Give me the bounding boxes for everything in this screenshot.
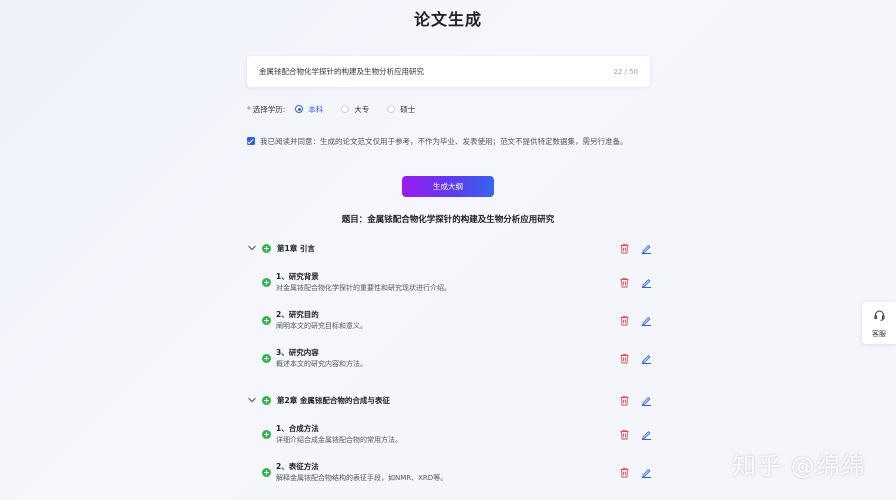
trash-icon[interactable] (618, 242, 630, 254)
section-desc: 阐明本文的研究目标和意义。 (276, 322, 367, 330)
section-row: 2、表征方法 解释金属铱配合物结构的表征手段，如NMR、XRD等。 (262, 461, 652, 487)
plus-circle-icon[interactable] (262, 468, 271, 477)
section-title: 2、研究目的 (276, 310, 319, 319)
trash-icon[interactable] (618, 352, 630, 364)
section-row: 2、研究目的 阐明本文的研究目标和意义。 (262, 309, 652, 335)
pencil-icon[interactable] (640, 276, 652, 288)
chapter-row: 第2章 金属铱配合物的合成与表征 (247, 393, 652, 407)
plus-circle-icon[interactable] (262, 243, 271, 253)
section-title: 2、表征方法 (276, 462, 319, 471)
watermark: 知乎 @绵绵 (732, 452, 866, 480)
trash-icon[interactable] (618, 394, 630, 406)
education-selector: * 选择学历: 本科 大专 硕士 (247, 103, 415, 115)
radio-master[interactable]: 硕士 (387, 104, 415, 115)
section-row: 3、研究内容 概述本文的研究内容和方法。 (262, 347, 652, 373)
pencil-icon[interactable] (640, 314, 652, 326)
headset-icon (873, 307, 886, 326)
agreement-text: 我已阅读并同意：生成的论文范文仅用于参考，不作为毕业、发表使用；范文不提供特定数… (260, 136, 628, 146)
customer-service-label: 客服 (872, 330, 886, 338)
chapter-row: 第1章 引言 (247, 241, 652, 255)
agreement-checkbox[interactable] (247, 137, 255, 145)
radio-label: 大专 (354, 104, 370, 114)
pencil-icon[interactable] (640, 352, 652, 364)
trash-icon[interactable] (618, 276, 630, 288)
section-title: 1、合成方法 (276, 424, 319, 433)
required-mark: * (247, 104, 251, 114)
section-desc: 详细介绍合成金属铱配合物的常用方法。 (276, 436, 402, 444)
plus-circle-icon[interactable] (262, 430, 271, 439)
page-title: 论文生成 (413, 10, 482, 29)
radio-junior-college[interactable]: 大专 (341, 104, 369, 115)
section-desc: 概述本文的研究内容和方法。 (276, 360, 367, 368)
trash-icon[interactable] (618, 428, 630, 440)
section-desc: 对金属铱配合物化学探针的重要性和研究现状进行介绍。 (276, 284, 451, 292)
chevron-down-icon[interactable] (247, 243, 257, 253)
section-row: 1、合成方法 详细介绍合成金属铱配合物的常用方法。 (262, 423, 652, 449)
customer-service-button[interactable]: 客服 (862, 302, 896, 344)
chapter-actions (618, 242, 652, 254)
radio-dot (387, 105, 396, 113)
pencil-icon[interactable] (640, 242, 652, 254)
plus-circle-icon[interactable] (262, 278, 271, 287)
topic-input[interactable]: 金属铱配合物化学探针的构建及生物分析应用研究 22 / 50 (247, 56, 650, 87)
section-title: 1、研究背景 (276, 272, 319, 281)
pencil-icon[interactable] (640, 466, 652, 478)
char-count: 22 / 50 (613, 67, 638, 76)
chapter-actions (618, 394, 652, 406)
pencil-icon[interactable] (640, 428, 652, 440)
section-actions (618, 466, 652, 478)
section-actions (618, 428, 652, 440)
plus-circle-icon[interactable] (262, 354, 271, 363)
education-label: 选择学历: (252, 104, 286, 114)
pencil-icon[interactable] (640, 394, 652, 406)
generate-outline-button[interactable]: 生成大纲 (402, 176, 494, 197)
radio-label: 硕士 (400, 104, 416, 114)
section-actions (618, 352, 652, 364)
radio-label: 本科 (308, 104, 324, 114)
trash-icon[interactable] (618, 314, 630, 326)
section-desc: 解释金属铱配合物结构的表征手段，如NMR、XRD等。 (276, 474, 448, 482)
topic-input-value: 金属铱配合物化学探针的构建及生物分析应用研究 (259, 67, 424, 76)
chevron-down-icon[interactable] (247, 395, 257, 405)
trash-icon[interactable] (618, 466, 630, 478)
plus-circle-icon[interactable] (262, 316, 271, 325)
section-actions (618, 276, 652, 288)
section-actions (618, 314, 652, 326)
radio-bachelor[interactable]: 本科 (295, 104, 323, 115)
radio-dot (295, 105, 304, 113)
outline-subject: 题目：金属铱配合物化学探针的构建及生物分析应用研究 (341, 215, 555, 225)
section-row: 1、研究背景 对金属铱配合物化学探针的重要性和研究现状进行介绍。 (262, 271, 652, 297)
radio-dot (341, 105, 350, 113)
section-title: 3、研究内容 (276, 348, 319, 357)
plus-circle-icon[interactable] (262, 395, 271, 405)
agreement-row: 我已阅读并同意：生成的论文范文仅用于参考，不作为毕业、发表使用；范文不提供特定数… (247, 135, 628, 147)
chapter-title: 第2章 金属铱配合物的合成与表征 (277, 395, 390, 405)
chapter-title: 第1章 引言 (277, 243, 315, 253)
